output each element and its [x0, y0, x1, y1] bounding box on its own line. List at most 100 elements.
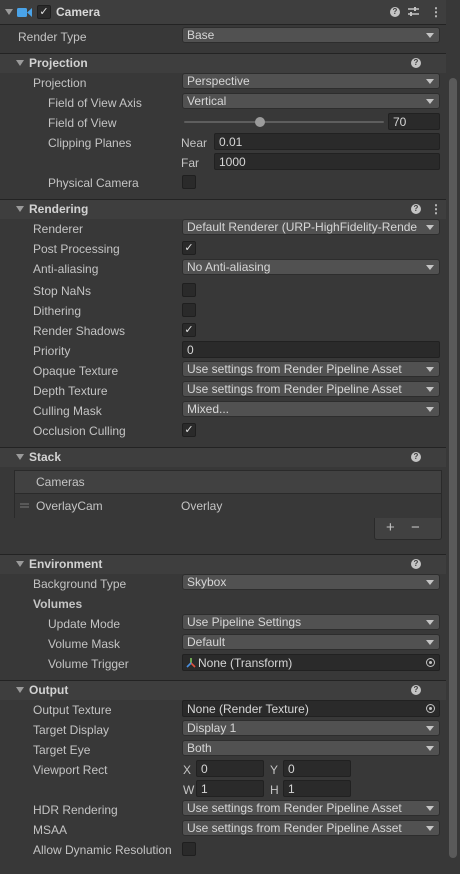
physical-camera-label: Physical Camera [48, 176, 139, 190]
opaque-texture-label: Opaque Texture [33, 364, 119, 378]
output-texture-field[interactable]: None (Render Texture) [182, 700, 440, 717]
item-name: OverlayCam [36, 499, 103, 513]
chevron-down-icon [426, 726, 434, 731]
chevron-down-icon [426, 826, 434, 831]
help-icon[interactable]: ? [411, 452, 421, 462]
section-header-stack[interactable]: Stack ? [0, 447, 446, 467]
update-mode-dropdown[interactable]: Use Pipeline Settings [182, 614, 440, 630]
foldout-arrow[interactable] [5, 9, 13, 15]
kebab-menu-icon[interactable]: ⋮ [430, 203, 442, 215]
viewport-y-field[interactable]: 0 [283, 760, 351, 777]
drag-handle-icon[interactable] [20, 503, 29, 508]
near-field[interactable]: 0.01 [214, 133, 440, 150]
msaa-label: MSAA [33, 823, 68, 837]
projection-dropdown[interactable]: Perspective [182, 73, 440, 89]
hdr-rendering-dropdown[interactable]: Use settings from Render Pipeline Asset [182, 800, 440, 816]
component-enabled-checkbox[interactable]: ✓ [37, 5, 51, 19]
clipping-planes-label: Clipping Planes [48, 136, 132, 150]
help-icon[interactable]: ? [411, 204, 421, 214]
volume-mask-dropdown[interactable]: Default [182, 634, 440, 650]
target-eye-dropdown[interactable]: Both [182, 740, 440, 756]
anti-aliasing-dropdown[interactable]: No Anti-aliasing [182, 259, 440, 275]
volume-trigger-field[interactable]: None (Transform) [182, 654, 440, 671]
chevron-down-icon [426, 746, 434, 751]
foldout-arrow[interactable] [16, 206, 24, 212]
background-type-dropdown[interactable]: Skybox [182, 574, 440, 590]
viewport-rect-label: Viewport Rect [33, 763, 108, 777]
remove-button[interactable]: − [411, 519, 420, 536]
section-title: Stack [29, 450, 62, 464]
section-header-rendering[interactable]: Rendering ? ⋮ [0, 199, 446, 219]
section-header-environment[interactable]: Environment ? [0, 554, 446, 574]
presets-icon[interactable] [408, 6, 419, 17]
transform-icon [186, 658, 196, 668]
post-processing-checkbox[interactable]: ✓ [182, 241, 196, 255]
dynamic-resolution-label: Allow Dynamic Resolution [33, 843, 172, 857]
culling-mask-dropdown[interactable]: Mixed... [182, 401, 440, 417]
renderer-label: Renderer [33, 222, 84, 236]
stop-nans-checkbox[interactable] [182, 283, 196, 297]
help-icon[interactable]: ? [390, 7, 400, 17]
projection-label: Projection [33, 76, 87, 90]
component-header[interactable]: ✓ Camera ? ⋮ [0, 0, 446, 25]
target-display-dropdown[interactable]: Display 1 [182, 720, 440, 736]
volume-mask-label: Volume Mask [48, 637, 121, 651]
viewport-w-field[interactable]: 1 [196, 780, 264, 797]
help-icon[interactable]: ? [411, 559, 421, 569]
chevron-down-icon [426, 99, 434, 104]
priority-label: Priority [33, 344, 71, 358]
render-shadows-label: Render Shadows [33, 324, 126, 338]
foldout-arrow[interactable] [16, 60, 24, 66]
chevron-down-icon [426, 225, 434, 230]
chevron-down-icon [426, 367, 434, 372]
physical-camera-checkbox[interactable] [182, 175, 196, 189]
msaa-dropdown[interactable]: Use settings from Render Pipeline Asset [182, 820, 440, 836]
render-type-dropdown[interactable]: Base [182, 27, 440, 43]
foldout-arrow[interactable] [16, 561, 24, 567]
chevron-down-icon [426, 580, 434, 585]
update-mode-label: Update Mode [48, 617, 121, 631]
help-icon[interactable]: ? [411, 685, 421, 695]
camera-icon [17, 8, 32, 17]
help-icon[interactable]: ? [411, 58, 421, 68]
add-button[interactable]: + [386, 519, 395, 536]
far-label: Far [181, 156, 199, 170]
object-picker-icon[interactable] [426, 658, 435, 667]
kebab-menu-icon[interactable]: ⋮ [430, 6, 442, 18]
section-header-output[interactable]: Output ? [0, 680, 446, 700]
scrollbar[interactable] [449, 78, 457, 858]
renderer-dropdown[interactable]: Default Renderer (URP-HighFidelity-Rende [182, 219, 440, 235]
fov-label: Field of View [48, 116, 117, 130]
list-item[interactable]: OverlayCam Overlay [15, 493, 441, 518]
far-field[interactable]: 1000 [214, 153, 440, 170]
section-header-projection[interactable]: Projection ? [0, 53, 446, 73]
viewport-y-label: Y [270, 763, 279, 777]
dynamic-resolution-checkbox[interactable] [182, 842, 196, 856]
target-eye-label: Target Eye [33, 743, 91, 757]
chevron-down-icon [426, 79, 434, 84]
fov-slider-handle[interactable] [255, 117, 265, 127]
volumes-label: Volumes [33, 597, 83, 611]
dithering-label: Dithering [33, 304, 82, 318]
item-type: Overlay [181, 499, 223, 513]
viewport-x-field[interactable]: 0 [196, 760, 264, 777]
object-picker-icon[interactable] [426, 704, 435, 713]
occlusion-culling-checkbox[interactable]: ✓ [182, 423, 196, 437]
output-texture-label: Output Texture [33, 703, 112, 717]
foldout-arrow[interactable] [16, 454, 24, 460]
fov-axis-label: Field of View Axis [48, 96, 142, 110]
list-footer: + − [374, 518, 442, 540]
fov-slider-track[interactable] [184, 121, 384, 123]
fov-axis-dropdown[interactable]: Vertical [182, 93, 440, 109]
near-label: Near [181, 136, 208, 150]
section-title: Output [29, 683, 69, 697]
dithering-checkbox[interactable] [182, 303, 196, 317]
viewport-h-field[interactable]: 1 [283, 780, 351, 797]
priority-field[interactable]: 0 [182, 341, 440, 358]
render-shadows-checkbox[interactable]: ✓ [182, 323, 196, 337]
fov-field[interactable]: 70 [388, 113, 440, 130]
chevron-down-icon [426, 387, 434, 392]
foldout-arrow[interactable] [16, 687, 24, 693]
opaque-texture-dropdown[interactable]: Use settings from Render Pipeline Asset [182, 361, 440, 377]
depth-texture-dropdown[interactable]: Use settings from Render Pipeline Asset [182, 381, 440, 397]
